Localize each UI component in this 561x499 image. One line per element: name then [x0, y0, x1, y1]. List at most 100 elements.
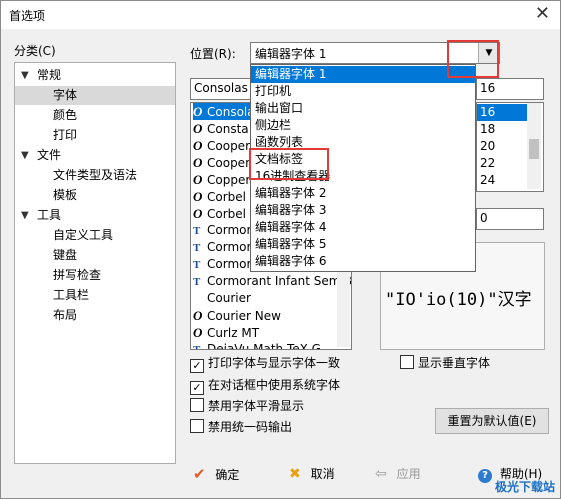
tree-item[interactable]: ▼ 工具 — [15, 206, 175, 225]
font-size-item[interactable]: 16 — [477, 104, 530, 121]
font-name: Cormor — [207, 223, 252, 237]
font-list-item[interactable]: Courier — [193, 290, 251, 307]
font-name: Copper — [207, 173, 251, 187]
style-value: 0 — [480, 211, 488, 225]
cross-icon: ✖ — [289, 466, 301, 482]
tree-item[interactable]: 模板 — [15, 186, 175, 205]
opentype-font-icon: O — [193, 172, 203, 187]
opentype-font-icon: O — [193, 104, 203, 119]
checkbox-box[interactable] — [190, 398, 204, 412]
style-input[interactable]: 0 — [476, 208, 544, 230]
font-list-item[interactable]: T Cormor — [193, 239, 251, 256]
apply-button[interactable]: ⇦ 应用 — [375, 463, 421, 485]
checkbox-box[interactable] — [190, 419, 204, 433]
position-option[interactable]: 打印机 — [251, 83, 475, 100]
position-value: 编辑器字体 1 — [255, 47, 327, 61]
checkbox-box[interactable]: ✓ — [190, 381, 204, 395]
position-option[interactable]: 侧边栏 — [251, 117, 475, 134]
checkbox-vertical-font[interactable]: 显示垂直字体 — [400, 354, 490, 372]
font-name: Consola — [207, 105, 255, 119]
chevron-down-icon[interactable]: ▼ — [21, 66, 31, 85]
size-list-scrollbar[interactable] — [527, 103, 541, 189]
chevron-down-icon[interactable]: ▼ — [21, 146, 31, 165]
font-list-item[interactable]: O Curlz MT — [193, 324, 259, 341]
tree-item-label: 字体 — [53, 88, 78, 102]
font-list-item[interactable]: T DejaVu Math TeX G — [193, 341, 321, 350]
checkbox-box[interactable] — [400, 355, 414, 369]
font-size-item[interactable]: 24 — [477, 172, 530, 189]
cancel-button[interactable]: ✖ 取消 — [289, 463, 335, 485]
checkbox-system-font[interactable]: ✓ 在对话框中使用系统字体 — [190, 376, 340, 395]
font-list-item[interactable]: O Copper — [193, 171, 250, 188]
font-list-item[interactable]: O Consta — [193, 120, 249, 137]
ok-label: 确定 — [215, 468, 240, 482]
position-option[interactable]: 输出窗口 — [251, 100, 475, 117]
font-name: DejaVu Math TeX G — [207, 342, 321, 350]
opentype-font-icon: O — [193, 138, 203, 153]
tree-item[interactable]: 布局 — [15, 306, 175, 325]
tree-item[interactable]: 拼写检查 — [15, 266, 175, 285]
font-list-item[interactable]: T Cormor — [193, 222, 251, 239]
font-list-item[interactable]: O Cooper — [193, 154, 250, 171]
tree-item[interactable]: 字体 — [15, 86, 175, 105]
position-option[interactable]: 编辑器字体 6 — [251, 253, 475, 270]
tree-item[interactable]: 文件类型及语法 — [15, 166, 175, 185]
font-size-value: 16 — [480, 81, 496, 95]
checkbox-print-font-match[interactable]: ✓ 打印字体与显示字体一致 — [190, 354, 340, 373]
font-list-item[interactable]: O Corbel — [193, 205, 246, 222]
font-size-item[interactable]: 18 — [477, 121, 530, 138]
font-size-input[interactable]: 16 — [476, 78, 544, 100]
font-name: Cooper — [207, 139, 250, 153]
font-name: Courier New — [207, 309, 281, 323]
font-list-item[interactable]: T Cormorant Infant SemiB — [193, 273, 352, 290]
font-list-item[interactable]: O Courier New — [193, 307, 281, 324]
position-option[interactable]: 编辑器字体 3 — [251, 202, 475, 219]
font-size-item[interactable]: 20 — [477, 138, 530, 155]
position-option[interactable]: 编辑器字体 1 — [251, 66, 475, 83]
tree-item[interactable]: 工具栏 — [15, 286, 175, 305]
annotation-box-option — [249, 148, 329, 180]
truetype-font-icon: T — [193, 344, 201, 350]
opentype-font-icon: O — [193, 121, 203, 136]
truetype-font-icon: T — [193, 242, 201, 254]
font-list-item[interactable]: O Corbel — [193, 188, 246, 205]
category-tree[interactable]: ▼ 常规字体颜色 打印 ▼ 文件文件类型及语法模板 ▼ 工具 自定义工具 键盘拼写检查工具栏布局 — [14, 62, 176, 464]
position-label: 位置(R): — [190, 47, 236, 61]
position-option[interactable]: 编辑器字体 2 — [251, 185, 475, 202]
opentype-font-icon: O — [193, 189, 203, 204]
position-option[interactable]: 编辑器字体 5 — [251, 236, 475, 253]
opentype-font-icon: O — [193, 308, 203, 323]
tree-item[interactable]: 打印 — [15, 126, 175, 145]
close-icon[interactable]: ✕ — [535, 3, 550, 24]
checkbox-label: 显示垂直字体 — [418, 356, 491, 370]
tree-item-label: 拼写检查 — [53, 268, 102, 282]
font-name: Corbel — [207, 207, 246, 221]
category-label: 分类(C) — [14, 44, 56, 58]
tree-item-label: 布局 — [53, 308, 78, 322]
window-title: 首选项 — [9, 9, 46, 23]
reset-default-button[interactable]: 重置为默认值(E) — [435, 408, 549, 434]
cancel-label: 取消 — [310, 467, 335, 481]
size-list-scroll-thumb[interactable] — [529, 139, 539, 159]
tree-item-label: 常规 — [37, 68, 62, 82]
ok-button[interactable]: ✔ 确定 — [193, 463, 239, 485]
font-list-item[interactable]: T Cormor — [193, 256, 251, 273]
font-name: Courier — [207, 291, 251, 305]
tree-item-label: 文件类型及语法 — [53, 168, 138, 182]
tree-item[interactable]: ▼ 文件 — [15, 146, 175, 165]
font-list-item[interactable]: O Cooper — [193, 137, 250, 154]
help-icon: ? — [478, 469, 492, 483]
checkbox-disable-smoothing[interactable]: 禁用字体平滑显示 — [190, 397, 304, 415]
checkmark-icon: ✔ — [193, 465, 206, 483]
tree-item[interactable]: 颜色 — [15, 106, 175, 125]
font-size-item[interactable]: 22 — [477, 155, 530, 172]
tree-item[interactable]: ▼ 常规 — [15, 66, 175, 85]
checkbox-box[interactable]: ✓ — [190, 359, 204, 373]
opentype-font-icon: O — [193, 155, 203, 170]
checkbox-disable-unicode[interactable]: 禁用统一码输出 — [190, 418, 292, 436]
position-option[interactable]: 编辑器字体 4 — [251, 219, 475, 236]
tree-item[interactable]: 自定义工具 — [15, 226, 175, 245]
tree-item[interactable]: 键盘 — [15, 246, 175, 265]
chevron-down-icon[interactable]: ▼ — [21, 206, 31, 225]
font-name: Cormorant Infant SemiB — [207, 274, 352, 288]
